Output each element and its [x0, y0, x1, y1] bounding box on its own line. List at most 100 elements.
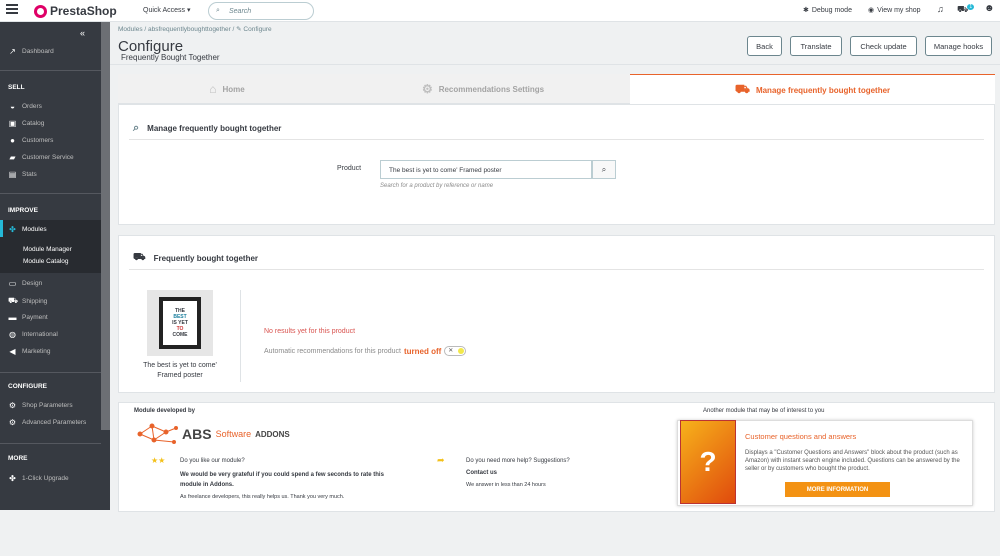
sidebar-divider [0, 372, 101, 373]
module-tabs: ⌂ Home ⚙ Recommendations Settings ⛟ Manage … [118, 74, 995, 105]
sidebar-item-1-click-upgrade[interactable]: ✤ 1-Click Upgrade [8, 474, 69, 483]
poster-frame: THE BEST IS YET TO COME [159, 297, 201, 349]
sidebar-scrollbar[interactable] [101, 22, 110, 430]
tab-label: Home [222, 84, 245, 94]
sidebar-item-marketing[interactable]: ◀ Marketing [8, 347, 51, 356]
sidebar-item-dashboard[interactable]: ↗ Dashboard [8, 47, 54, 56]
back-button[interactable]: Back [747, 36, 782, 56]
debug-mode-link[interactable]: ✱ Debug mode [803, 6, 852, 15]
sidebar-label: 1-Click Upgrade [22, 475, 69, 482]
stars-icon: ★★ [151, 456, 166, 465]
sidebar-item-international[interactable]: ◍ International [8, 330, 58, 339]
sidebar-item-advanced-parameters[interactable]: ⚙ Advanced Parameters [8, 418, 86, 427]
sidebar-item-orders[interactable]: ◒ Orders [8, 102, 42, 111]
sidebar-item-customers[interactable]: ● Customers [8, 136, 53, 145]
manage-hooks-button[interactable]: Manage hooks [925, 36, 992, 56]
sidebar-item-catalog[interactable]: ▣ Catalog [8, 119, 45, 128]
tab-label: Manage frequently bought together [755, 85, 891, 95]
sidebar-item-stats[interactable]: ▤ Stats [8, 170, 37, 179]
sidebar-item-payment[interactable]: ▬ Payment [8, 313, 48, 322]
software-text: Software [215, 429, 252, 439]
auto-state-text: turned off [403, 346, 442, 356]
sidebar-item-shipping[interactable]: ⛟ Shipping [8, 296, 47, 306]
sidebar-label: Catalog [22, 120, 45, 127]
sidebar-label: Modules [22, 226, 47, 233]
top-bar: PrestaShop Quick Access ▾ ⌕ Search ✱ Deb… [0, 0, 1000, 22]
view-shop-link[interactable]: ◉ View my shop [868, 6, 921, 15]
store-icon: ▣ [8, 119, 17, 128]
sidebar-section-configure: CONFIGURE [8, 383, 47, 390]
poster-art: THE BEST IS YET TO COME [163, 301, 197, 345]
puzzle-icon: ✤ [9, 225, 16, 234]
help-question: Do you need more help? Suggestions? [466, 458, 570, 464]
prestashop-logo[interactable]: PrestaShop [34, 4, 117, 18]
tab-home[interactable]: ⌂ Home [118, 74, 336, 104]
cart-plus-icon: ⛟ [734, 82, 750, 96]
sidebar-label: Design [22, 280, 43, 287]
abs-network-icon [137, 423, 178, 444]
manage-panel-heading: ⌕ Manage frequently bought together [133, 122, 281, 135]
fbt-heading-text: Frequently bought together [153, 254, 259, 263]
vertical-divider [240, 290, 241, 382]
sidebar-item-modules[interactable]: ✤ Modules [8, 225, 47, 234]
eye-icon: ◉ [868, 7, 875, 14]
addons-text: ADDONS [255, 429, 290, 439]
product-search-input[interactable]: The best is yet to come' Framed poster [380, 160, 592, 179]
promo-module-description: Displays a "Customer Questions and Answe… [745, 450, 960, 472]
card-icon: ▬ [8, 313, 17, 322]
basket-icon: ◒ [10, 102, 15, 111]
sidebar: « ↗ Dashboard SELL ◒ Orders ▣ Catalog ● Cust… [0, 22, 110, 510]
tab-manage-frequently-bought[interactable]: ⛟ Manage frequently bought together [630, 74, 995, 105]
frequently-bought-panel: ⛟ Frequently bought together [118, 235, 995, 393]
sidebar-label: Marketing [22, 348, 51, 355]
collapse-sidebar-icon[interactable]: « [80, 28, 85, 38]
product-image[interactable]: THE BEST IS YET TO COME [147, 290, 213, 356]
bell-icon[interactable]: ♫ [937, 4, 944, 14]
tab-recommendations-settings[interactable]: ⚙ Recommendations Settings [336, 74, 630, 104]
page-subtitle: Frequently Bought Together [121, 53, 220, 62]
search-placeholder: Search [229, 8, 252, 15]
check-update-button[interactable]: Check update [850, 36, 917, 56]
sidebar-item-module-manager[interactable]: Module Manager [23, 246, 72, 253]
sidebar-divider [0, 193, 101, 194]
sidebar-item-module-catalog[interactable]: Module Catalog [23, 258, 69, 265]
auto-recommendations-toggle[interactable]: ✕ [444, 346, 467, 356]
sidebar-label: Stats [22, 171, 37, 178]
panel-divider [129, 139, 984, 140]
question-mark-icon: ? [699, 446, 717, 477]
sidebar-label: Orders [22, 103, 42, 110]
account-icon[interactable]: ☻ [984, 3, 995, 14]
search-input[interactable]: ⌕ Search [208, 2, 314, 20]
contact-us-link[interactable]: Contact us [466, 470, 497, 476]
rate-module-link[interactable]: We would be very grateful if you could s… [180, 470, 402, 490]
chat-icon: ▰ [9, 153, 16, 162]
sidebar-label: Advanced Parameters [22, 419, 87, 426]
sidebar-label: Dashboard [22, 48, 54, 55]
sidebar-item-customer-service[interactable]: ▰ Customer Service [8, 153, 73, 162]
product-label: Product [337, 165, 362, 172]
truck-icon: ⛟ [8, 296, 19, 305]
product-search-button[interactable]: ⌕ [592, 160, 616, 179]
abs-addons-logo[interactable]: ABS Software ADDONS [136, 422, 290, 446]
sidebar-item-shop-parameters[interactable]: ⚙ Shop Parameters [8, 401, 73, 410]
debug-mode-label: Debug mode [811, 6, 852, 14]
stats-icon: ▤ [8, 170, 17, 179]
promo-module-title[interactable]: Customer questions and answers [745, 432, 856, 441]
search-icon: ⌕ [216, 7, 220, 14]
share-arrow-icon: ➦ [437, 455, 445, 465]
promo-module-image[interactable]: ? [680, 420, 736, 504]
sidebar-label: International [22, 331, 58, 338]
breadcrumb[interactable]: Modules / absfrequentlyboughttogether / … [118, 25, 272, 33]
translate-button[interactable]: Translate [790, 36, 842, 56]
more-information-button[interactable]: MORE INFORMATION [785, 482, 890, 497]
cart-plus-icon: ⛟ [133, 252, 146, 263]
no-results-text: No results yet for this product [264, 328, 356, 335]
menu-toggle-icon[interactable] [6, 4, 18, 14]
cart-icon[interactable]: ⛟ 1 [957, 4, 975, 16]
developed-by-label: Module developed by [134, 408, 196, 414]
home-icon: ⌂ [209, 82, 217, 96]
sidebar-item-design[interactable]: ▭ Design [8, 279, 43, 288]
search-icon: ⌕ [133, 122, 140, 134]
x-icon: ✕ [448, 348, 454, 354]
quick-access-dropdown[interactable]: Quick Access ▾ [143, 6, 190, 14]
